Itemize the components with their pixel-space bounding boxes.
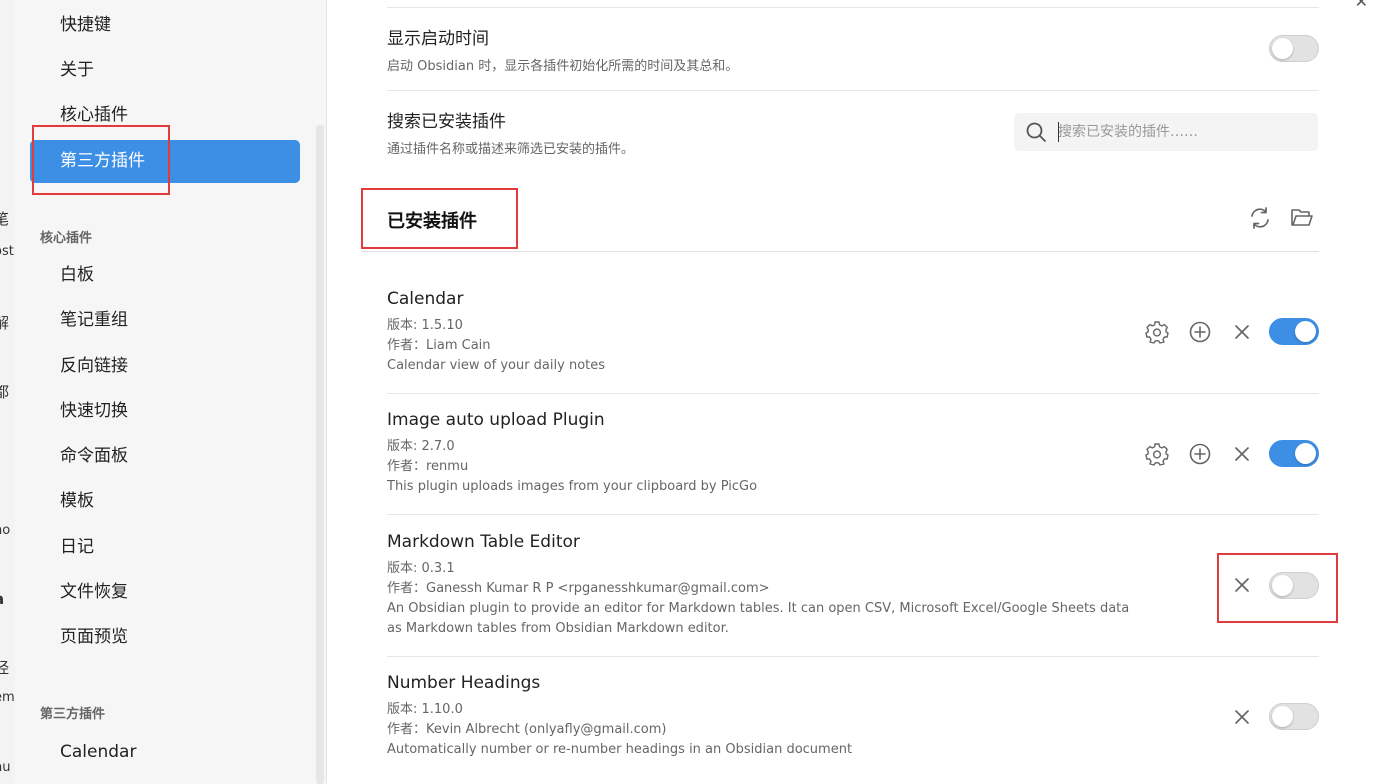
- sidebar-item-backlinks[interactable]: 反向链接: [30, 345, 300, 388]
- folder-open-icon[interactable]: [1289, 205, 1315, 231]
- sidebar-item-templates[interactable]: 模板: [30, 480, 300, 523]
- background-text: 都: [0, 383, 10, 401]
- plugin-description-line2: as Markdown tables from Obsidian Markdow…: [387, 621, 729, 636]
- close-icon[interactable]: [1229, 704, 1255, 730]
- background-text: no: [0, 523, 11, 538]
- number-headings-enable-toggle[interactable]: [1269, 703, 1319, 730]
- sidebar-item-core-plugins[interactable]: 核心插件: [30, 94, 300, 137]
- sidebar-item-calendar[interactable]: Calendar: [30, 731, 300, 774]
- plugin-item-image-auto-upload: Image auto upload Plugin 版本: 2.7.0 作者：re…: [387, 410, 1319, 497]
- sidebar-item-community-plugins[interactable]: 第三方插件: [30, 140, 300, 183]
- plugin-description: Calendar view of your daily notes: [387, 358, 606, 373]
- plugin-divider: [387, 393, 1319, 394]
- sidebar-item-command-palette[interactable]: 命令面板: [30, 435, 300, 478]
- close-icon[interactable]: ✕: [1355, 0, 1368, 11]
- background-text: 笔: [0, 210, 10, 228]
- plugin-version: 版本: 2.7.0: [387, 439, 455, 454]
- reload-icon[interactable]: [1247, 205, 1273, 231]
- plugin-description: This plugin uploads images from your cli…: [387, 479, 758, 494]
- gear-icon[interactable]: [1144, 441, 1170, 467]
- text-cursor: [1058, 122, 1059, 142]
- plugin-search-box[interactable]: [1014, 113, 1318, 151]
- close-icon[interactable]: [1229, 572, 1255, 598]
- plugin-version: 版本: 1.10.0: [387, 702, 463, 717]
- plugin-version: 版本: 0.3.1: [387, 561, 455, 576]
- plugin-author: 作者：Kevin Albrecht (onlyafly@gmail.com): [387, 722, 667, 737]
- search-input[interactable]: [1058, 122, 1308, 142]
- background-text: a: [0, 590, 4, 608]
- close-icon[interactable]: [1229, 319, 1255, 345]
- sidebar-scrollbar[interactable]: [316, 125, 324, 784]
- close-icon[interactable]: [1229, 441, 1255, 467]
- search-icon: [1026, 122, 1046, 142]
- sidebar-item-file-recovery[interactable]: 文件恢复: [30, 571, 300, 614]
- settings-content: ✕ 显示启动时间 启动 Obsidian 时，显示各插件初始化所需的时间及其总和…: [328, 0, 1382, 784]
- setting-description: 启动 Obsidian 时，显示各插件初始化所需的时间及其总和。: [387, 59, 739, 74]
- plugin-name: Calendar: [387, 289, 464, 309]
- background-text: 解: [0, 314, 10, 332]
- installed-plugins-heading: 已安装插件: [387, 211, 477, 232]
- image-upload-enable-toggle[interactable]: [1269, 440, 1319, 467]
- plugin-name: Number Headings: [387, 673, 541, 693]
- calendar-enable-toggle[interactable]: [1269, 318, 1319, 345]
- background-text: ost: [0, 244, 14, 259]
- plugin-author: 作者：Liam Cain: [387, 338, 491, 353]
- plugin-item-number-headings: Number Headings 版本: 1.10.0 作者：Kevin Albr…: [387, 673, 1319, 760]
- plus-circle-icon[interactable]: [1187, 319, 1213, 345]
- sidebar-item-quick-switcher[interactable]: 快速切换: [30, 390, 300, 433]
- background-text: em: [0, 690, 15, 705]
- gear-icon[interactable]: [1144, 319, 1170, 345]
- sidebar-item-about[interactable]: 关于: [30, 49, 300, 92]
- setting-startup-time: 显示启动时间 启动 Obsidian 时，显示各插件初始化所需的时间及其总和。: [387, 7, 1319, 91]
- background-text: 经: [0, 659, 10, 677]
- sidebar-heading-community: 第三方插件: [40, 707, 106, 722]
- plugin-description: Automatically number or re-number headin…: [387, 742, 853, 757]
- section-divider: [361, 251, 1319, 252]
- plugin-author: 作者：renmu: [387, 459, 469, 474]
- setting-name: 显示启动时间: [387, 29, 489, 49]
- plugin-description: An Obsidian plugin to provide an editor …: [387, 601, 1130, 616]
- sidebar-item-note-composer[interactable]: 笔记重组: [30, 299, 300, 342]
- plugin-divider: [387, 656, 1319, 657]
- plugin-version: 版本: 1.5.10: [387, 318, 463, 333]
- settings-sidebar: 快捷键 关于 核心插件 第三方插件 核心插件 白板 笔记重组 反向链接 快速切换…: [15, 0, 327, 784]
- sidebar-item-daily-notes[interactable]: 日记: [30, 526, 300, 569]
- plugin-item-markdown-table-editor: Markdown Table Editor 版本: 0.3.1 作者：Ganes…: [387, 532, 1319, 639]
- background-text: hu: [0, 760, 11, 775]
- plugin-name: Image auto upload Plugin: [387, 410, 605, 430]
- background-window: 笔 ost 解 都 no a l 经 em hu: [0, 0, 15, 784]
- startup-time-toggle[interactable]: [1269, 35, 1319, 62]
- sidebar-item-page-preview[interactable]: 页面预览: [30, 616, 300, 659]
- markdown-table-enable-toggle[interactable]: [1269, 572, 1319, 599]
- plugin-divider: [387, 514, 1319, 515]
- plugin-author: 作者：Ganessh Kumar R P <rpganesshkumar@gma…: [387, 581, 770, 596]
- sidebar-heading-core: 核心插件: [40, 231, 93, 246]
- sidebar-item-hotkeys[interactable]: 快捷键: [30, 4, 300, 47]
- plugin-item-calendar: Calendar 版本: 1.5.10 作者：Liam Cain Calenda…: [387, 289, 1319, 376]
- plus-circle-icon[interactable]: [1187, 441, 1213, 467]
- sidebar-item-canvas[interactable]: 白板: [30, 254, 300, 297]
- plugin-name: Markdown Table Editor: [387, 532, 580, 552]
